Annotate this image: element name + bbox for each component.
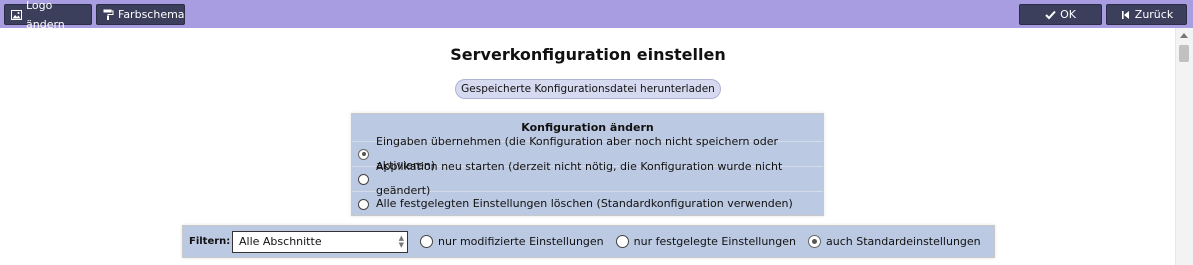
radio-defined[interactable] [615, 235, 629, 248]
scroll-thumb[interactable] [1179, 45, 1189, 62]
checkmark-icon [1045, 9, 1056, 20]
page-title: Serverkonfiguration einstellen [450, 45, 726, 64]
filter-option-defaults[interactable]: auch Standardeinstellungen [808, 235, 981, 248]
change-logo-label: Logo ändern [26, 0, 65, 31]
section-select[interactable]: Alle Abschnitte ▲ ▼ [232, 230, 408, 253]
back-button[interactable]: Zurück [1106, 4, 1187, 25]
filter-bar: Filtern: Alle Abschnitte ▲ ▼ nur modifizi… [182, 225, 995, 258]
filter-option-defined[interactable]: nur festgelegte Einstellungen [615, 235, 796, 248]
radio-defaults[interactable] [808, 235, 821, 248]
section-select-value: Alle Abschnitte [239, 234, 322, 248]
radio-modified[interactable] [420, 235, 433, 248]
download-config-button[interactable]: Gespeicherte Konfigurationsdatei herunte… [455, 79, 721, 99]
change-config-panel: Konfiguration ändern Eingaben übernehmen… [351, 113, 824, 216]
ok-button[interactable]: OK [1019, 4, 1102, 25]
filter-label: Filtern: [189, 236, 231, 247]
config-option-reset[interactable]: Alle festgelegten Einstellungen löschen … [352, 192, 823, 216]
top-toolbar: Logo ändern Farbschema OK Zurück [0, 0, 1193, 31]
color-scheme-label: Farbschema [118, 8, 185, 21]
scroll-up-arrow-icon[interactable] [1180, 33, 1188, 38]
radio-restart[interactable] [358, 173, 369, 185]
paint-roller-icon [103, 9, 114, 20]
vertical-scrollbar[interactable] [1175, 28, 1193, 265]
image-icon [11, 9, 22, 20]
ok-label: OK [1060, 8, 1076, 21]
filter-option-label: auch Standardeinstellungen [826, 235, 981, 248]
change-logo-button[interactable]: Logo ändern [4, 0, 92, 31]
filter-option-label: nur festgelegte Einstellungen [633, 235, 796, 248]
filter-option-label: nur modifizierte Einstellungen [438, 235, 604, 248]
radio-apply[interactable] [358, 148, 369, 160]
radio-reset[interactable] [358, 198, 369, 210]
config-option-label: Alle festgelegten Einstellungen löschen … [376, 197, 793, 210]
back-label: Zurück [1134, 8, 1174, 21]
color-scheme-button[interactable]: Farbschema [96, 4, 185, 25]
filter-option-modified[interactable]: nur modifizierte Einstellungen [420, 235, 604, 248]
config-option-restart[interactable]: Applikation neu starten (derzeit nicht n… [352, 160, 823, 197]
skip-back-icon [1120, 9, 1131, 20]
select-arrows-icon: ▲ ▼ [398, 233, 404, 249]
